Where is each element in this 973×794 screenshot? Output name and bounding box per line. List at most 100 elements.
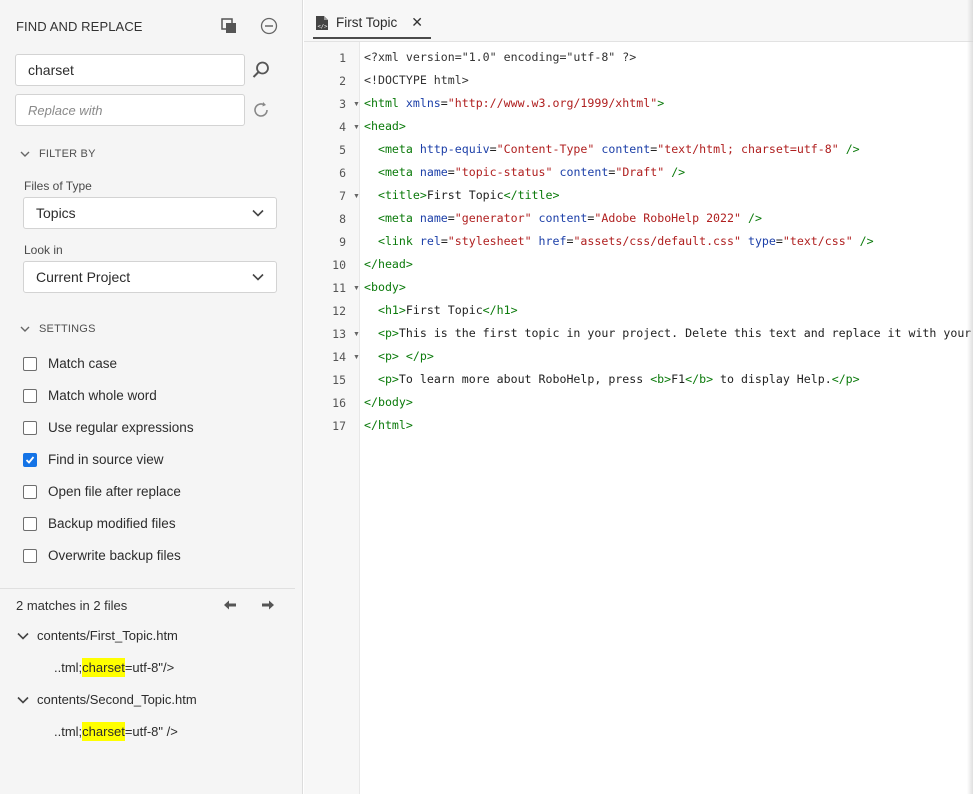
checkbox-box[interactable] [23,356,37,371]
line-number: 13 [332,327,346,341]
panel-title: FIND AND REPLACE [16,19,143,34]
match-case-checkbox[interactable]: Match case [23,356,117,371]
fold-toggle-icon[interactable]: ▼ [353,101,360,108]
code-line: <h1>First Topic</h1> [377,303,518,317]
line-number-gutter: 1 2 3 4 5 6 7 8 9 10 11 12 13 14 15 16 1… [304,42,360,794]
code-line: <p>This is the first topic in your proje… [377,326,973,340]
backup-modified-checkbox[interactable]: Backup modified files [23,516,176,531]
result-match-line[interactable]: ..tml; charset =utf-8" /> [54,722,178,741]
chevron-down-icon [17,632,29,640]
replace-input[interactable]: Replace with [15,94,245,126]
look-in-label: Look in [24,243,63,257]
find-replace-panel: FIND AND REPLACE charset Replace with FI… [0,0,303,794]
search-icon[interactable] [249,58,273,82]
files-of-type-dropdown[interactable]: Topics [23,197,277,229]
code-line: </body> [364,395,413,409]
divider [0,588,295,589]
find-in-source-view-checkbox[interactable]: Find in source view [23,452,164,467]
screenshot-edge [967,0,973,794]
line-number: 17 [332,419,346,433]
checkbox-label: Match whole word [48,388,157,403]
regex-checkbox[interactable]: Use regular expressions [23,420,194,435]
checkbox-box[interactable] [23,484,37,499]
code-editor[interactable]: <?xml version="1.0" encoding="utf-8" ?> … [361,42,973,794]
checkbox-label: Use regular expressions [48,420,194,435]
code-line: <?xml version="1.0" encoding="utf-8" ?> [364,50,637,64]
find-input[interactable]: charset [15,54,245,86]
code-line: <!DOCTYPE html> [364,73,469,87]
checkbox-label: Overwrite backup files [48,548,181,563]
result-file-path: contents/First_Topic.htm [37,628,178,643]
checkbox-box[interactable] [23,516,37,531]
previous-match-icon[interactable] [220,596,240,614]
result-after: =utf-8" /> [124,724,178,739]
result-highlight: charset [82,722,125,741]
look-in-dropdown[interactable]: Current Project [23,261,277,293]
code-line: <meta http-equiv="Content-Type" content=… [377,142,860,156]
line-number: 1 [339,51,346,65]
fold-toggle-icon[interactable]: ▼ [353,193,360,200]
tab-label: First Topic [336,15,398,30]
code-line: </head> [364,257,413,271]
filter-by-section[interactable]: FILTER BY [20,148,96,160]
result-file-group[interactable]: contents/First_Topic.htm [17,628,178,643]
chevron-down-icon [252,209,264,217]
open-after-replace-checkbox[interactable]: Open file after replace [23,484,181,499]
code-line: </html> [364,418,413,432]
checkbox-box[interactable] [23,388,37,403]
code-line: <meta name="generator" content="Adobe Ro… [377,211,762,225]
fold-toggle-icon[interactable]: ▼ [353,354,360,361]
chevron-down-icon [20,151,30,157]
code-line: <link rel="stylesheet" href="assets/css/… [377,234,874,248]
fold-toggle-icon[interactable]: ▼ [353,285,360,292]
checkbox-box-checked[interactable] [23,452,37,467]
fold-toggle-icon[interactable]: ▼ [353,124,360,131]
chevron-down-icon [17,696,29,704]
result-highlight: charset [82,658,125,677]
checkbox-label: Find in source view [48,452,164,467]
overwrite-backup-checkbox[interactable]: Overwrite backup files [23,548,181,563]
line-number: 11 [332,281,346,295]
dock-panel-icon[interactable] [219,16,239,36]
svg-text:</>: </> [318,24,329,30]
look-in-value: Current Project [36,269,131,285]
line-number: 12 [332,304,346,318]
settings-section[interactable]: SETTINGS [20,323,96,335]
checkmark-icon [25,455,35,464]
line-number: 3 [339,97,346,111]
line-number: 5 [339,143,346,157]
result-after: =utf-8"/> [124,660,175,675]
line-number: 9 [339,235,346,249]
checkbox-box[interactable] [23,420,37,435]
code-line: <p>To learn more about RoboHelp, press <… [377,372,860,386]
checkbox-label: Match case [48,356,118,371]
code-line: <body> [364,280,406,294]
editor-tab-bar: </> First Topic ✕ [304,0,973,42]
chevron-down-icon [20,326,30,332]
result-match-line[interactable]: ..tml; charset =utf-8"/> [54,658,174,677]
match-whole-word-checkbox[interactable]: Match whole word [23,388,157,403]
line-number: 15 [332,373,346,387]
code-line: <title>First Topic</title> [377,188,560,202]
checkbox-box[interactable] [23,548,37,563]
code-line: <html xmlns="http://www.w3.org/1999/xhtm… [364,96,665,110]
close-icon[interactable]: ✕ [411,14,423,31]
code-line: <head> [364,119,406,133]
replace-refresh-icon[interactable] [249,98,273,122]
result-file-path: contents/Second_Topic.htm [37,692,197,707]
line-number: 14 [332,350,346,364]
settings-heading: SETTINGS [39,323,96,335]
line-number: 6 [339,166,346,180]
next-match-icon[interactable] [258,596,278,614]
code-line: <meta name="topic-status" content="Draft… [377,165,686,179]
result-file-group[interactable]: contents/Second_Topic.htm [17,692,197,707]
line-number: 7 [339,189,346,203]
line-number: 16 [332,396,346,410]
tab-first-topic[interactable]: </> First Topic ✕ [313,8,431,39]
fold-toggle-icon[interactable]: ▼ [353,331,360,338]
checkbox-label: Backup modified files [48,516,176,531]
collapse-panel-icon[interactable] [259,16,279,36]
result-before: ..tml; [54,724,83,739]
result-before: ..tml; [54,660,83,675]
line-number: 4 [339,120,346,134]
